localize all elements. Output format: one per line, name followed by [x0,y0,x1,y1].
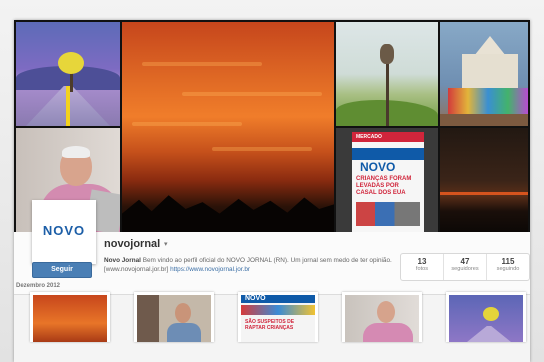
photo-tile-castle-mural[interactable] [440,22,528,126]
photo-tile-sunset[interactable] [122,22,334,232]
grid-photo-road[interactable] [446,292,526,342]
chevron-down-icon[interactable]: ▾ [164,240,168,248]
profile-bio: Novo Jornal Bem vindo ao perfil oficial … [104,256,394,274]
newspaper-headline: CRIANÇAS FORAM LEVADAS POR CASAL DOS EUA [356,176,412,196]
username[interactable]: novojornal [104,238,160,250]
avatar-logo: NOVO [42,223,86,238]
stat-following-label: seguindo [496,266,520,272]
photo-tile-newspaper[interactable]: MERCADO NOVO CRIANÇAS FORAM LEVADAS POR … [336,128,438,232]
avatar[interactable]: NOVO [32,200,96,264]
stat-photos-label: fotos [415,266,429,272]
follow-button[interactable]: Seguir [32,262,92,278]
grid-photo-man-portrait[interactable] [134,292,214,342]
photo-tile-road[interactable] [16,22,120,126]
photo-tile-bird-on-pole[interactable] [336,22,438,126]
page-background: MERCADO NOVO CRIANÇAS FORAM LEVADAS POR … [0,0,544,362]
bio-name: Novo Jornal [104,257,141,264]
photo-tile-dusk[interactable] [440,128,528,232]
stat-photos[interactable]: 13 fotos [401,254,444,280]
grid-photo-sunset[interactable] [30,292,110,342]
bio-link[interactable]: https://www.novojornal.jor.br [170,266,250,273]
profile-bar: NOVO Seguir novojornal ▾ Novo Jornal Bem… [14,200,530,295]
newspaper-masthead: NOVO [360,160,396,174]
stat-photos-count: 13 [417,257,427,266]
stat-followers-label: seguidores [451,266,479,272]
grid-photo-newspaper[interactable]: NOVO SÃO SUSPEITOS DE RAPTAR CRIANÇAS [238,292,318,342]
thumb-newspaper-headline: SÃO SUSPEITOS DE RAPTAR CRIANÇAS [245,319,295,331]
grid-photo-man-reading[interactable] [342,292,422,342]
stat-following[interactable]: 115 seguindo [487,254,529,280]
stat-followers[interactable]: 47 seguidores [444,254,487,280]
thumb-newspaper-masthead: NOVO [245,295,266,302]
newspaper-tagline: MERCADO [356,134,382,140]
stat-following-count: 115 [501,257,515,266]
stat-followers-count: 47 [460,257,470,266]
profile-stats: 13 fotos 47 seguidores 115 seguindo [400,253,530,281]
month-heading: Dezembro 2012 [16,283,61,289]
